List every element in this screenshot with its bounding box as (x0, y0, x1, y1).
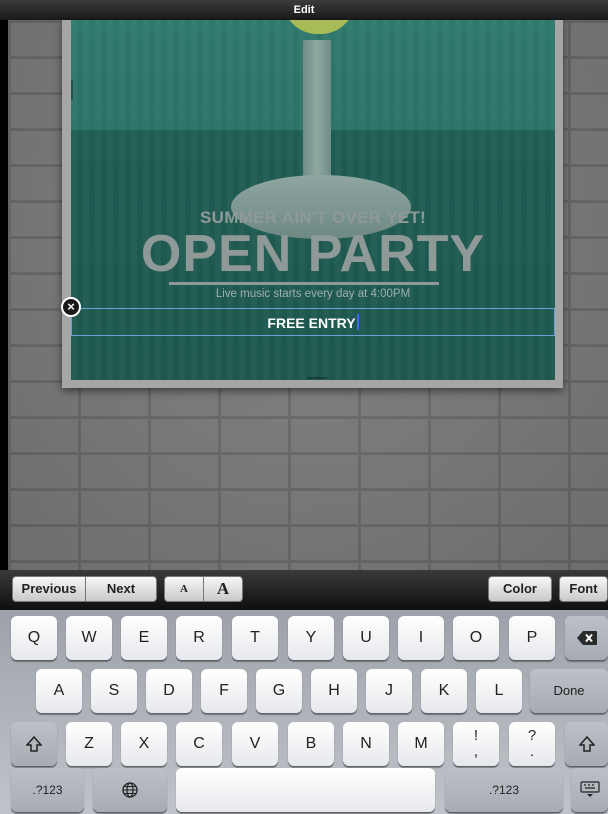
window-title: Edit (0, 0, 608, 21)
key-y[interactable]: Y (288, 616, 334, 660)
hide-keyboard-key[interactable] (571, 768, 608, 812)
resize-handle-bottom[interactable] (307, 377, 327, 379)
poster: SUMMER AIN'T OVER YET! OPEN PARTY Live m… (62, 20, 563, 388)
backspace-key[interactable] (565, 616, 608, 660)
key-i[interactable]: I (398, 616, 444, 660)
key-o[interactable]: O (453, 616, 499, 660)
done-key[interactable]: Done (530, 669, 608, 713)
question-label: ? (527, 727, 537, 744)
key-a[interactable]: A (36, 669, 82, 713)
resize-handle-left[interactable] (71, 80, 73, 100)
numbers-key-right[interactable]: .?123 (445, 768, 563, 812)
key-g[interactable]: G (256, 669, 302, 713)
previous-button[interactable]: Previous (12, 576, 86, 602)
text-caret (356, 314, 359, 330)
color-button[interactable]: Color (488, 576, 552, 602)
key-exclam-comma[interactable]: ! , (453, 722, 499, 766)
shift-icon (25, 735, 43, 752)
font-button[interactable]: Font (559, 576, 608, 602)
poster-canvas[interactable]: SUMMER AIN'T OVER YET! OPEN PARTY Live m… (71, 20, 555, 380)
key-t[interactable]: T (232, 616, 278, 660)
backspace-icon (576, 630, 597, 645)
close-circle-icon[interactable]: × (61, 297, 81, 317)
key-n[interactable]: N (343, 722, 389, 766)
shift-key-left[interactable] (11, 722, 57, 766)
key-j[interactable]: J (366, 669, 412, 713)
entry-text-value: FREE ENTRY (267, 315, 356, 331)
key-k[interactable]: K (421, 669, 467, 713)
keyboard-hide-icon (579, 781, 600, 797)
key-h[interactable]: H (311, 669, 357, 713)
key-m[interactable]: M (398, 722, 444, 766)
numbers-key-left[interactable]: .?123 (11, 768, 84, 812)
key-b[interactable]: B (288, 722, 334, 766)
key-w[interactable]: W (66, 616, 112, 660)
font-smaller-button[interactable]: A (164, 576, 204, 602)
key-c[interactable]: C (176, 722, 222, 766)
key-z[interactable]: Z (66, 722, 112, 766)
font-larger-button[interactable]: A (203, 576, 243, 602)
key-q[interactable]: Q (11, 616, 57, 660)
title-underline (169, 282, 439, 285)
key-p[interactable]: P (509, 616, 555, 660)
key-d[interactable]: D (146, 669, 192, 713)
comma-label: , (473, 743, 479, 760)
entry-text-field[interactable]: FREE ENTRY (71, 314, 555, 331)
key-e[interactable]: E (121, 616, 167, 660)
next-button[interactable]: Next (85, 576, 157, 602)
key-s[interactable]: S (91, 669, 137, 713)
shift-key-right[interactable] (565, 722, 608, 766)
key-v[interactable]: V (232, 722, 278, 766)
globe-key[interactable] (93, 768, 167, 812)
poster-title[interactable]: OPEN PARTY (71, 225, 555, 283)
poster-tagline[interactable]: Live music starts every day at 4:00PM (71, 288, 555, 300)
key-x[interactable]: X (121, 722, 167, 766)
key-u[interactable]: U (343, 616, 389, 660)
exclam-label: ! (473, 727, 479, 744)
space-key[interactable] (176, 768, 435, 812)
key-l[interactable]: L (476, 669, 522, 713)
glass-bowl-graphic (283, 20, 355, 34)
key-r[interactable]: R (176, 616, 222, 660)
onscreen-keyboard: Q W E R T Y U I O P A S D F G H J K L Do… (0, 610, 608, 814)
shift-icon (577, 735, 596, 752)
globe-icon (122, 782, 138, 798)
period-label: . (529, 743, 535, 760)
key-question-period[interactable]: ? . (509, 722, 555, 766)
key-f[interactable]: F (201, 669, 247, 713)
